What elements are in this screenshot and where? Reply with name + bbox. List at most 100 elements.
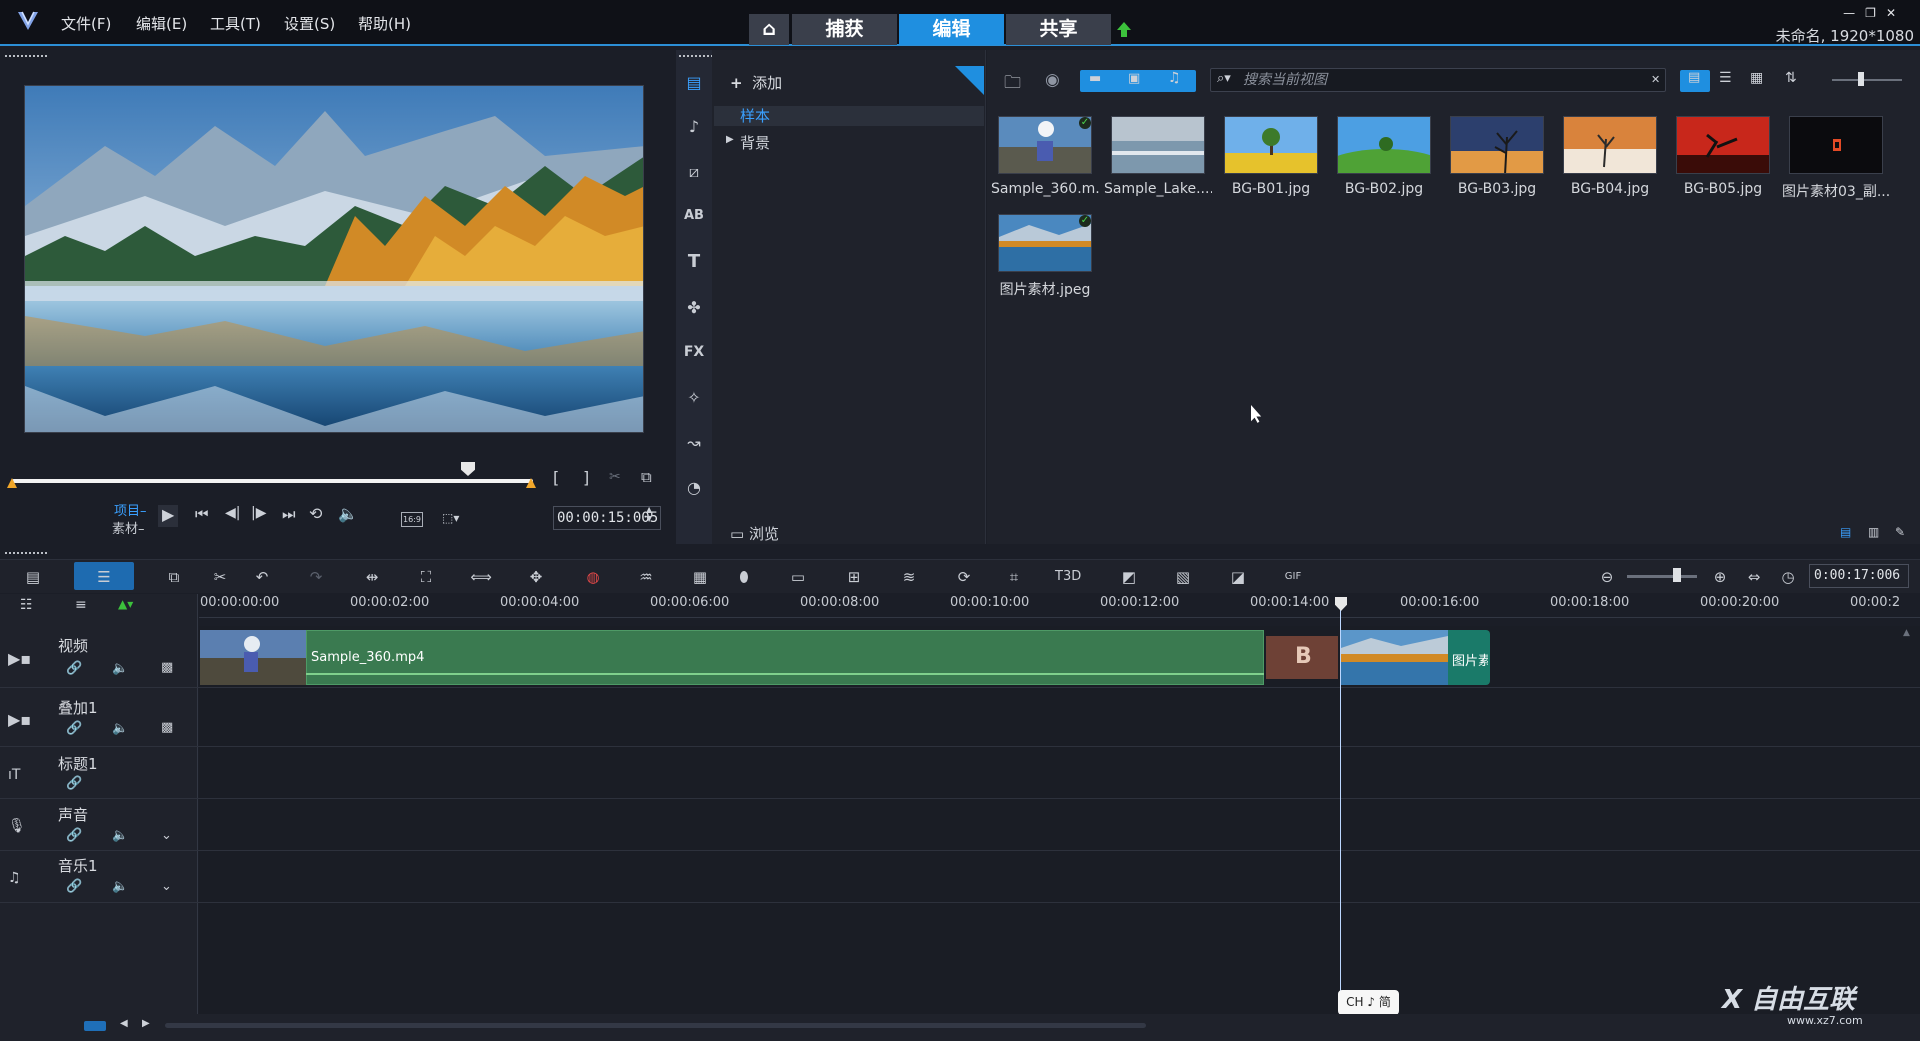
repeat-icon[interactable]: ⟲	[309, 504, 322, 523]
scroll-right-icon[interactable]: ▶	[142, 1018, 150, 1029]
media-item-bg-b02[interactable]: BG-B02.jpg	[1330, 110, 1438, 202]
menu-settings[interactable]: 设置(S)	[284, 13, 335, 34]
lens-correction-icon[interactable]: ▧	[1170, 564, 1196, 590]
media-item-sample-lake[interactable]: Sample_Lake....	[1104, 110, 1212, 202]
mark-in-button[interactable]: [	[553, 468, 559, 487]
expand-track-icon[interactable]: ⌄	[161, 879, 172, 894]
add-folder-button[interactable]: + 添加	[730, 72, 782, 93]
mark-out-button[interactable]: ]	[583, 468, 589, 487]
link-icon[interactable]: 🔗	[66, 828, 82, 843]
track-name[interactable]: 声音	[58, 804, 88, 825]
thumbnail-size-knob[interactable]	[1858, 72, 1864, 86]
fit-zoom-button[interactable]	[84, 1021, 106, 1031]
tab-edit[interactable]: 编辑	[899, 14, 1004, 45]
multicam-icon[interactable]: ▦	[687, 564, 713, 590]
zoom-in-icon[interactable]: ⊕	[1707, 564, 1733, 590]
minimize-icon[interactable]: —	[1843, 6, 1865, 20]
zoom-out-icon[interactable]: ⊖	[1594, 564, 1620, 590]
mask-icon[interactable]: ⬮	[731, 564, 757, 590]
project-mode-label[interactable]: 项目–	[114, 500, 147, 519]
audio-wave-icon[interactable]: ♒	[633, 564, 659, 590]
menu-help[interactable]: 帮助(H)	[358, 13, 411, 34]
track-name[interactable]: 叠加1	[58, 697, 98, 718]
fx-filter-icon[interactable]: FX	[681, 339, 707, 365]
mute-icon[interactable]: 🔈	[112, 828, 128, 843]
ripple-icon[interactable]: ▩	[161, 660, 173, 675]
graphics-icon[interactable]: ✤	[681, 295, 707, 321]
chapter-marker-icon[interactable]: ≡	[75, 597, 87, 613]
color-grading-icon[interactable]: ◩	[1116, 564, 1142, 590]
video-clip[interactable]	[306, 630, 1264, 685]
next-frame-icon[interactable]: |▶	[251, 505, 266, 521]
pan-zoom-icon[interactable]: ✥	[523, 564, 549, 590]
link-icon[interactable]: 🔗	[66, 661, 82, 676]
rotate-icon[interactable]: ⟳	[951, 564, 977, 590]
mute-icon[interactable]: 🔈	[112, 879, 128, 894]
gif-icon[interactable]: GIF	[1280, 564, 1306, 590]
import-folder-icon[interactable]: 🗀	[1004, 70, 1021, 99]
expand-arrow-icon[interactable]: ▶	[726, 134, 734, 145]
timeline-scrubber[interactable]	[12, 479, 533, 483]
transition-icon[interactable]: ⧄	[681, 159, 707, 185]
split-clip-icon[interactable]: ✂	[609, 469, 621, 485]
expand-track-icon[interactable]: ⌄	[161, 828, 172, 843]
volume-icon[interactable]: 🔈	[338, 504, 358, 523]
media-item-bg-b01[interactable]: BG-B01.jpg	[1217, 110, 1325, 202]
upload-icon[interactable]	[1114, 20, 1134, 40]
3d-title-icon[interactable]: T3D	[1055, 564, 1081, 590]
audio-level-line[interactable]	[306, 673, 1264, 675]
add-marker-icon[interactable]: ▲▾	[118, 597, 133, 611]
horizontal-scrollbar[interactable]	[165, 1023, 1146, 1028]
tree-item-samples[interactable]: 样本	[714, 106, 984, 126]
timecode-stepper[interactable]: ▲ ▼	[646, 505, 652, 523]
tab-capture[interactable]: 捕获	[792, 14, 897, 45]
preview-window[interactable]	[24, 85, 644, 433]
link-icon[interactable]: 🔗	[66, 776, 82, 791]
timeline-zoom-slider[interactable]	[1627, 575, 1697, 578]
menu-tools[interactable]: 工具(T)	[210, 13, 261, 34]
crop-icon[interactable]: ⛶	[413, 564, 439, 590]
tools-icon[interactable]: ✂	[207, 564, 233, 590]
list-view-icon[interactable]: ☰	[1719, 70, 1732, 86]
prev-frame-icon[interactable]: ◀|	[225, 505, 240, 521]
speed-edit-icon[interactable]: ◪	[1225, 564, 1251, 590]
track-name[interactable]: 音乐1	[58, 855, 98, 876]
menu-file[interactable]: 文件(F)	[61, 13, 111, 34]
timeline-timecode[interactable]: 0:00:17:006	[1809, 564, 1909, 588]
fit-project-icon[interactable]: ⇹	[359, 564, 385, 590]
browse-button[interactable]: ▭ 浏览	[730, 523, 779, 544]
track-name[interactable]: 标题1	[58, 753, 98, 774]
media-item-bg-b04[interactable]: BG-B04.jpg	[1556, 110, 1664, 202]
media-item-image03-copy[interactable]: 图片素材03_副...	[1782, 110, 1890, 202]
aspect-ratio-button[interactable]: 16:9	[401, 512, 423, 527]
timeline-drag-handle[interactable]	[4, 551, 48, 555]
go-start-icon[interactable]: ⏮	[195, 505, 209, 523]
motion-tracking-icon[interactable]: ≋	[896, 564, 922, 590]
search-input[interactable]: 搜索当前视图	[1210, 68, 1666, 92]
magic-wand-icon[interactable]: ✧	[681, 385, 707, 411]
instant-project-icon[interactable]: ♪	[681, 114, 707, 140]
link-icon[interactable]: 🔗	[66, 879, 82, 894]
grid-icon[interactable]: ⊞	[841, 564, 867, 590]
fit-timeline-icon[interactable]: ⇔	[1741, 564, 1767, 590]
media-item-image-jpeg[interactable]: ✓ 图片素材.jpeg	[991, 208, 1099, 300]
clear-search-icon[interactable]: ✕	[1651, 73, 1660, 86]
split-layout-icon[interactable]: ▥	[1868, 525, 1879, 539]
scroll-left-icon[interactable]: ◀	[120, 1018, 128, 1029]
speed-gauge-icon[interactable]: ◔	[681, 475, 707, 501]
thumbnail-size-slider[interactable]	[1832, 79, 1902, 81]
show-photo-icon[interactable]: ▣	[1128, 71, 1140, 86]
media-item-sample-360[interactable]: ✓ Sample_360.m...	[991, 110, 1099, 202]
storyboard-view-icon[interactable]: ▤	[20, 564, 46, 590]
undo-icon[interactable]: ↶	[249, 564, 275, 590]
scroll-up-icon[interactable]: ▲	[1903, 628, 1910, 638]
redo-icon[interactable]: ↷	[303, 564, 329, 590]
split-screen-icon[interactable]: ⟺	[468, 564, 494, 590]
grid-view-icon[interactable]: ▦	[1750, 70, 1763, 86]
record-capture-icon[interactable]: ◉	[1045, 70, 1060, 90]
ime-indicator[interactable]: CH ♪ 简	[1338, 990, 1399, 1015]
mute-icon[interactable]: 🔈	[112, 661, 128, 676]
tab-share[interactable]: 共享	[1006, 14, 1111, 45]
menu-edit[interactable]: 编辑(E)	[136, 13, 187, 34]
track-manager-icon[interactable]: ☷	[20, 597, 33, 613]
